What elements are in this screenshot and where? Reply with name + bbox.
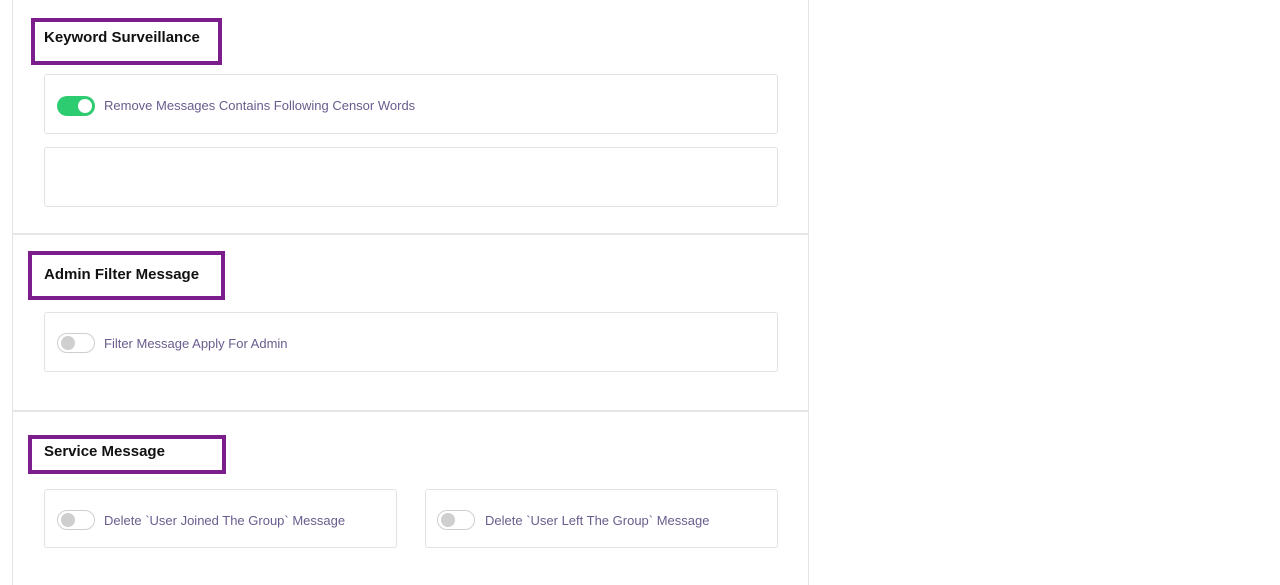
remove-censor-words-toggle[interactable] <box>57 96 95 116</box>
section-divider <box>12 410 809 412</box>
filter-apply-admin-toggle[interactable] <box>57 333 95 353</box>
delete-user-left-toggle[interactable] <box>437 510 475 530</box>
delete-user-left-card: Delete `User Left The Group` Message <box>425 489 778 548</box>
remove-censor-words-label: Remove Messages Contains Following Censo… <box>104 98 416 113</box>
filter-apply-admin-label: Filter Message Apply For Admin <box>104 336 288 351</box>
toggle-knob <box>61 513 75 527</box>
delete-user-joined-toggle[interactable] <box>57 510 95 530</box>
censor-words-input[interactable] <box>44 147 778 207</box>
service-message-title: Service Message <box>44 443 165 460</box>
delete-user-joined-card: Delete `User Joined The Group` Message <box>44 489 397 548</box>
delete-user-joined-label: Delete `User Joined The Group` Message <box>104 513 346 528</box>
delete-user-left-label: Delete `User Left The Group` Message <box>485 513 710 528</box>
toggle-knob <box>441 513 455 527</box>
toggle-knob <box>78 99 92 113</box>
keyword-surveillance-title: Keyword Surveillance <box>44 29 200 46</box>
remove-censor-words-card: Remove Messages Contains Following Censo… <box>44 74 778 134</box>
toggle-knob <box>61 336 75 350</box>
admin-filter-title: Admin Filter Message <box>44 266 200 283</box>
filter-apply-admin-card: Filter Message Apply For Admin <box>44 312 778 372</box>
section-divider <box>12 233 809 235</box>
